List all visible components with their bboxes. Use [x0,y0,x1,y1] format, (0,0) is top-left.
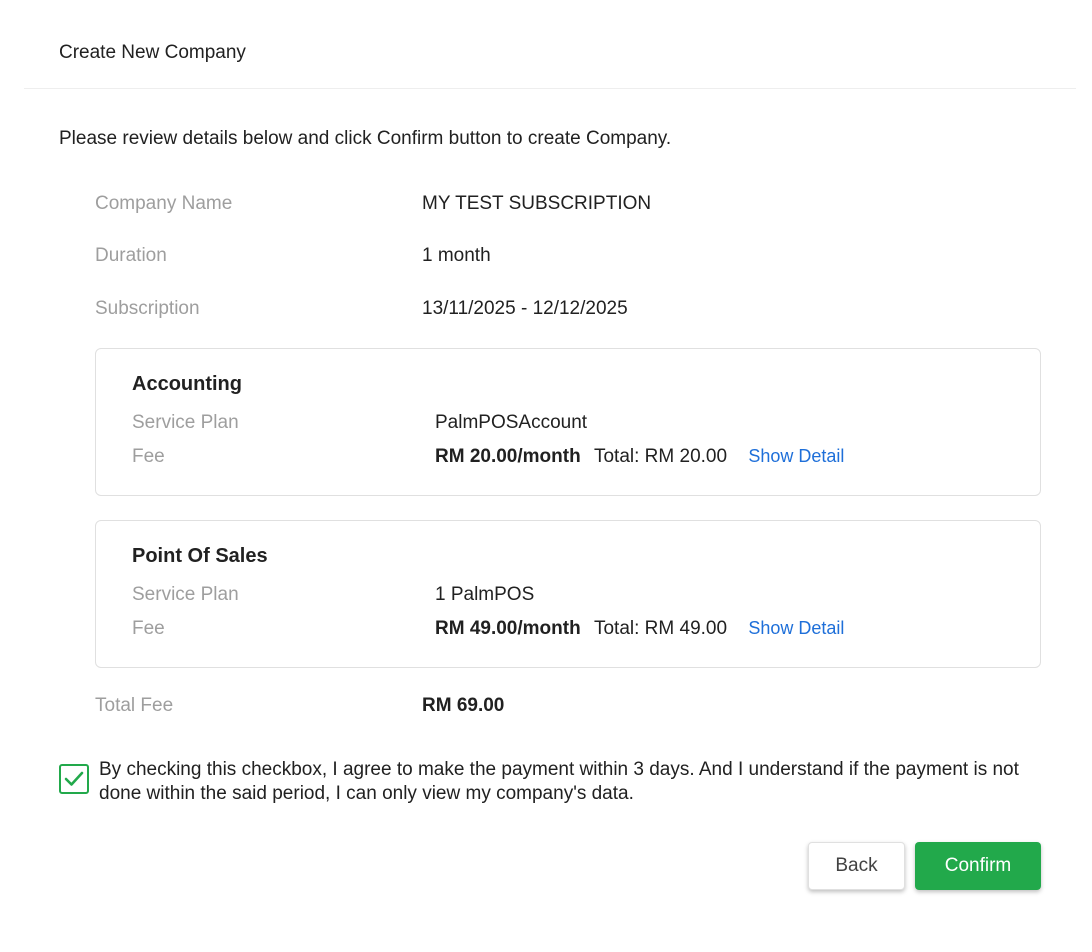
duration-value: 1 month [422,245,491,266]
module-title: Point Of Sales [132,545,268,567]
agreement-text: By checking this checkbox, I agree to ma… [99,759,1019,804]
subscription-label: Subscription [95,298,200,319]
fee-total: Total: RM 20.00 [593,446,728,467]
duration-label: Duration [95,245,167,266]
show-detail-link[interactable]: Show Detail [748,446,844,466]
fee-rate: RM 20.00/month [435,446,581,467]
agreement-checkbox[interactable] [59,764,89,794]
fee-rate: RM 49.00/month [435,618,581,639]
page-header: Create New Company [24,0,1076,89]
subscription-value: 13/11/2025 - 12/12/2025 [422,298,628,319]
back-button[interactable]: Back [808,842,905,890]
service-plan-label: Service Plan [132,412,239,433]
fee-label: Fee [132,446,165,467]
module-title: Accounting [132,373,242,395]
service-plan-label: Service Plan [132,584,239,605]
module-card-accounting: Accounting Service Plan PalmPOSAccount F… [95,348,1041,496]
checkmark-icon [64,771,84,786]
fee-line: RM 20.00/month Total: RM 20.00 Show Deta… [435,446,844,468]
fee-total: Total: RM 49.00 [593,618,728,639]
company-name-label: Company Name [95,193,233,214]
total-fee-value: RM 69.00 [422,695,505,716]
fee-label: Fee [132,618,165,639]
fee-line: RM 49.00/month Total: RM 49.00 Show Deta… [435,618,844,640]
show-detail-link[interactable]: Show Detail [748,618,844,638]
confirm-button[interactable]: Confirm [915,842,1041,890]
company-name-value: MY TEST SUBSCRIPTION [422,193,652,214]
module-card-pos: Point Of Sales Service Plan 1 PalmPOS Fe… [95,520,1041,668]
total-fee-label: Total Fee [95,695,174,716]
service-plan-value: PalmPOSAccount [435,412,588,433]
service-plan-value: 1 PalmPOS [435,584,535,605]
intro-text: Please review details below and click Co… [59,128,672,149]
page-title: Create New Company [59,42,246,63]
